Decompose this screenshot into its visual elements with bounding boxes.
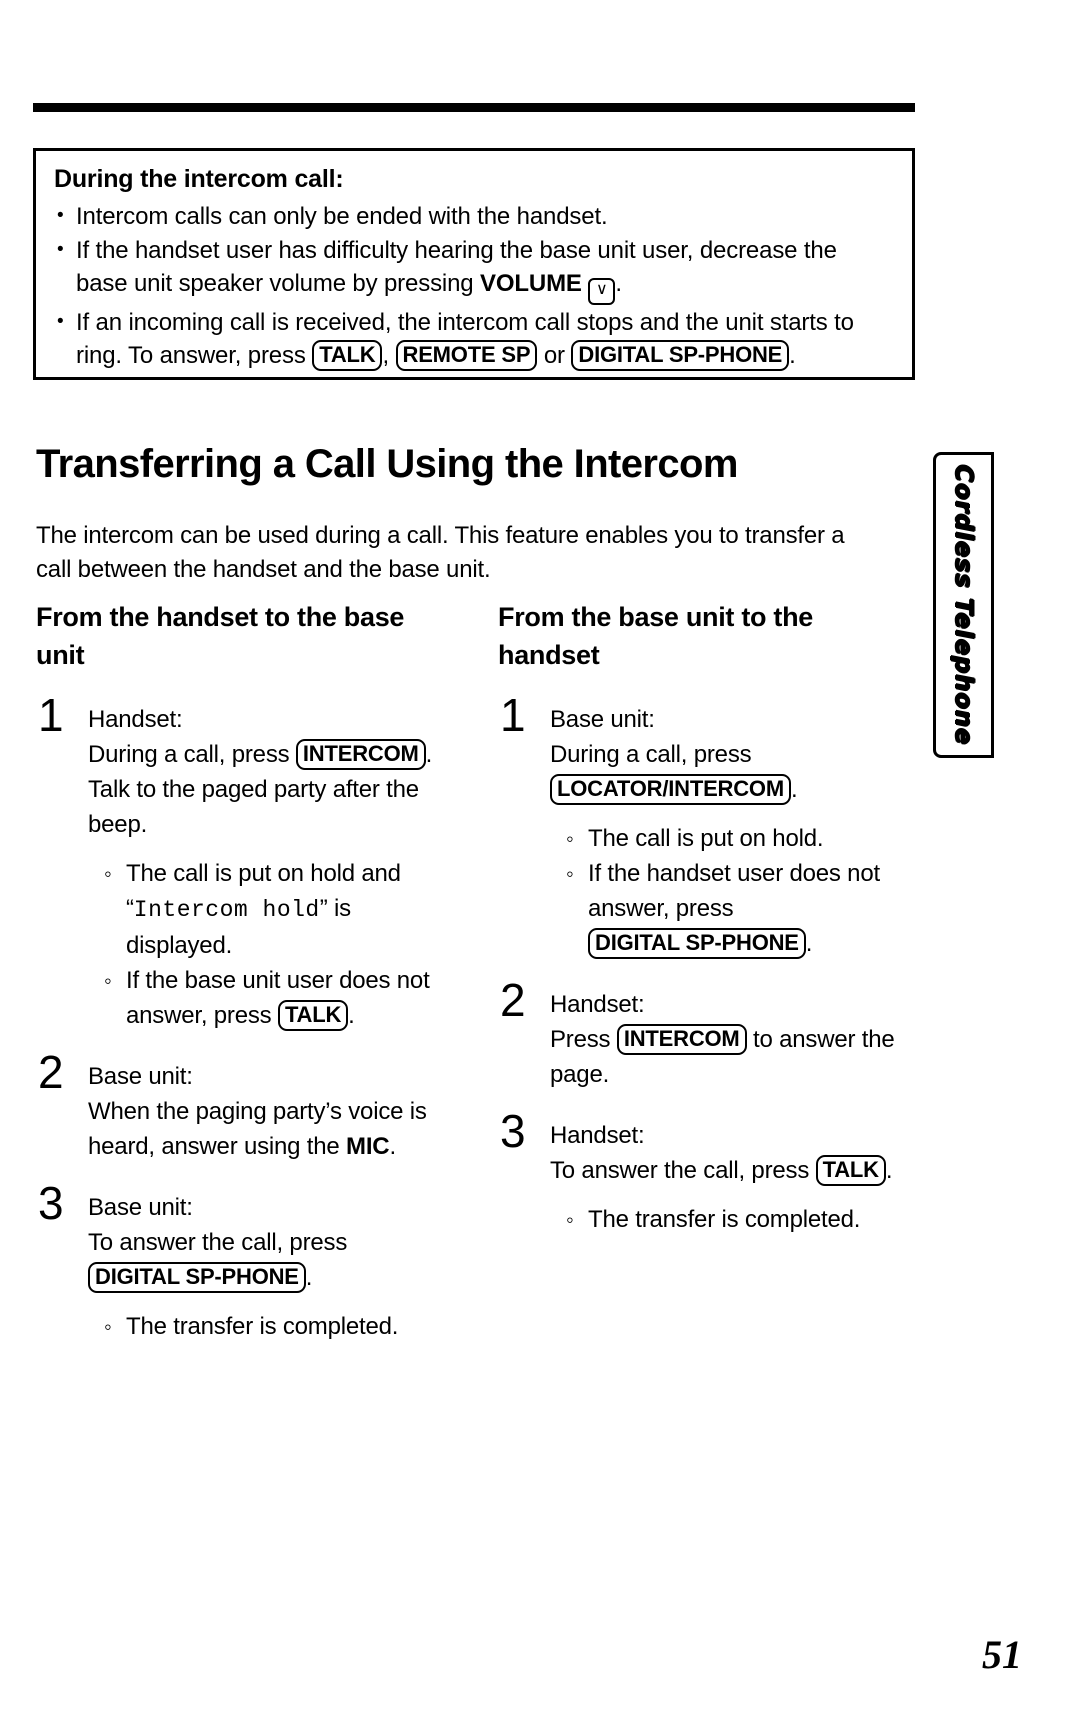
procedure-step: 2 Base unit: When the paging party’s voice… [36, 1049, 456, 1164]
body-text: If the handset user does not answer, pre… [588, 860, 880, 922]
body-text: Base unit: [88, 1063, 193, 1090]
step-note: The call is put on hold. [566, 821, 918, 856]
body-text: During a call, press [550, 741, 752, 768]
emphasis-text: MIC [346, 1133, 390, 1160]
step-note-list: The transfer is completed. [550, 1202, 918, 1237]
step-body: Handset: During a call, press INTERCOM. T… [88, 702, 456, 842]
body-text: Base unit: [550, 706, 655, 733]
step-note: If the base unit user does not answer, p… [104, 963, 456, 1033]
display-text: Intercom hold [133, 897, 320, 923]
body-text: . [790, 776, 798, 803]
body-text: Handset: [550, 1122, 645, 1149]
top-rule-divider [33, 103, 915, 112]
step-number: 3 [38, 1177, 64, 1229]
section-intro: The intercom can be used during a call. … [36, 522, 845, 583]
body-text: If the handset user has difficulty heari… [76, 237, 837, 297]
procedure-step: 1 Base unit: During a call, press LOCATOR/… [498, 692, 918, 961]
key-label-talk: TALK [312, 340, 383, 371]
body-text: The transfer is completed. [588, 1206, 861, 1233]
key-label-talk: TALK [277, 1000, 349, 1031]
key-label-digital-sp-phone: DIGITAL SP-PHONE [588, 928, 806, 959]
notice-box: During the intercom call: Intercom calls… [33, 148, 915, 380]
body-text: . [348, 1002, 355, 1029]
step-note: The call is put on hold and “Intercom ho… [104, 856, 456, 963]
body-text: Intercom calls can only be ended with th… [76, 203, 608, 230]
page-number: 51 [982, 1632, 1022, 1677]
body-text: The call is put on hold. [588, 825, 824, 852]
step-list: 1 Handset: During a call, press INTERCOM. … [36, 692, 456, 1344]
column-heading: From the handset to the base unit [36, 602, 405, 670]
section-heading: Transferring a Call Using the Intercom [36, 441, 738, 486]
side-thumb-tab: Cordless Telephone [933, 452, 994, 758]
procedure-step: 2 Handset: Press INTERCOM to answer the pa… [498, 977, 918, 1092]
body-text: . [305, 1264, 313, 1291]
notice-bullet: Intercom calls can only be ended with th… [54, 199, 894, 233]
body-text: , [382, 342, 396, 369]
step-note: The transfer is completed. [566, 1202, 918, 1237]
body-text: Handset: [550, 991, 645, 1018]
body-text: Base unit: [88, 1194, 193, 1221]
body-text: . [615, 270, 622, 297]
body-text: . [885, 1157, 893, 1184]
step-number: 1 [38, 689, 64, 741]
step-body: Base unit: To answer the call, press DIGI… [88, 1190, 456, 1295]
body-text: During a call, press [88, 741, 296, 768]
notice-title: During the intercom call: [54, 165, 344, 193]
body-text: Press [550, 1026, 617, 1053]
key-label-intercom: INTERCOM [616, 1024, 747, 1055]
manual-page: During the intercom call: Intercom calls… [0, 0, 1080, 1730]
key-label-locator-intercom: LOCATOR/INTERCOM [550, 774, 791, 805]
notice-bullet: If the handset user has difficulty heari… [54, 233, 894, 305]
step-number: 2 [38, 1046, 64, 1098]
step-body: Base unit: During a call, press LOCATOR/I… [550, 702, 918, 807]
procedure-step: 3 Handset: To answer the call, press TALK.… [498, 1108, 918, 1237]
step-body: Base unit: When the paging party’s voice … [88, 1059, 456, 1164]
step-note-list: The call is put on hold and “Intercom ho… [88, 856, 456, 1033]
side-thumb-tab-label: Cordless Telephone [949, 464, 978, 746]
step-number: 3 [500, 1105, 526, 1157]
step-body: Handset: To answer the call, press TALK. [550, 1118, 918, 1188]
body-text: Handset: [88, 706, 183, 733]
notice-bullet-list: Intercom calls can only be ended with th… [54, 199, 894, 372]
emphasis-text: VOLUME [480, 270, 582, 297]
body-text: To answer the call, press [550, 1157, 816, 1184]
body-text: The transfer is completed. [126, 1313, 399, 1340]
body-text: . [789, 342, 796, 369]
key-label-remote-sp: REMOTE SP [395, 340, 538, 371]
step-number: 1 [500, 689, 526, 741]
key-label-digital-sp-phone: DIGITAL SP-PHONE [88, 1262, 306, 1293]
key-label-digital-sp-phone: DIGITAL SP-PHONE [571, 340, 790, 371]
step-note-list: The transfer is completed. [88, 1309, 456, 1344]
procedure-column-handset-to-base: From the handset to the base unit 1 Hands… [36, 598, 456, 1370]
step-note: The transfer is completed. [104, 1309, 456, 1344]
step-note-list: The call is put on hold. If the handset u… [550, 821, 918, 961]
step-list: 1 Base unit: During a call, press LOCATOR/… [498, 692, 918, 1237]
step-body: Handset: Press INTERCOM to answer the pag… [550, 987, 918, 1092]
notice-bullet: If an incoming call is received, the int… [54, 305, 894, 372]
key-label-intercom: INTERCOM [295, 739, 426, 770]
body-text: . [389, 1133, 396, 1160]
step-note: If the handset user does not answer, pre… [566, 856, 918, 961]
step-number: 2 [500, 974, 526, 1026]
procedure-step: 1 Handset: During a call, press INTERCOM. … [36, 692, 456, 1033]
body-text: To answer the call, press [88, 1229, 348, 1256]
procedure-step: 3 Base unit: To answer the call, press DIG… [36, 1180, 456, 1344]
column-heading: From the base unit to the handset [498, 602, 814, 670]
procedure-column-base-to-handset: From the base unit to the handset 1 Base … [498, 598, 918, 1263]
volume-down-key-icon: ∨ [588, 278, 616, 305]
key-label-talk: TALK [815, 1155, 886, 1186]
body-text: . [805, 930, 813, 957]
body-text: or [537, 342, 572, 369]
